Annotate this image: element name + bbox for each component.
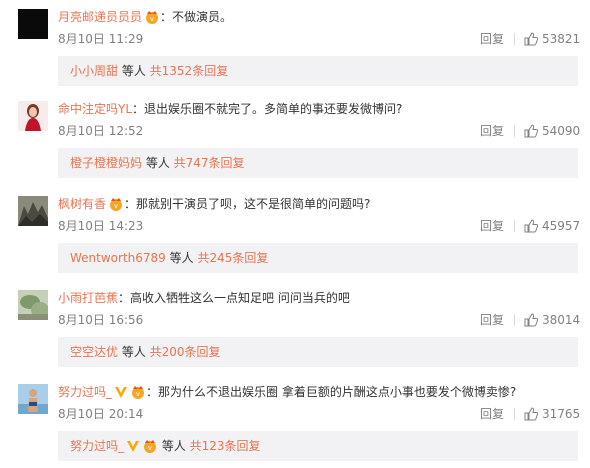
vip-crown-badge: v	[142, 434, 158, 464]
divider	[514, 125, 515, 137]
vip-crown-badge: v	[144, 10, 160, 28]
avatar[interactable]	[18, 9, 48, 39]
verified-v-badge	[114, 385, 128, 403]
divider	[514, 220, 515, 232]
reply-mid: 等人	[118, 345, 150, 359]
like-count: 53821	[542, 32, 581, 46]
replies-summary[interactable]: Wentworth6789 等人 共245条回复	[58, 243, 578, 273]
avatar[interactable]	[18, 196, 48, 226]
replies-summary[interactable]: 空空达优 等人 共200条回复	[58, 337, 578, 367]
thumbs-up-icon	[524, 313, 538, 327]
thumbs-up-icon	[524, 124, 538, 138]
comment-meta: 8月10日 20:14 回复 31765	[58, 406, 581, 422]
divider	[514, 408, 515, 420]
comment-text: 高收入牺牲这么一点知足吧 问问当兵的吧	[130, 291, 350, 305]
replies-summary[interactable]: 橙子橙橙妈妈 等人 共747条回复	[58, 148, 578, 178]
svg-text:v: v	[136, 390, 140, 398]
comment-text: 那就别干演员了呗，这不是很简单的问题吗?	[136, 197, 371, 211]
comment-time: 8月10日 20:14	[58, 407, 144, 421]
colon: ：	[118, 291, 131, 305]
comment-line: 枫树有香 v ：那就别干演员了呗，这不是很简单的问题吗?	[58, 196, 370, 212]
divider	[514, 33, 515, 45]
thumbs-up-icon	[524, 407, 538, 421]
comment-text: 那为什么不退出娱乐圈 拿着巨额的片酬这点小事也要发个微博卖惨?	[158, 385, 517, 399]
comment-text: 不做演员。	[172, 10, 233, 24]
reply-count[interactable]: 共200条回复	[150, 345, 221, 359]
thumbs-up-icon	[524, 32, 538, 46]
reply-count[interactable]: 共747条回复	[174, 156, 245, 170]
reply-button[interactable]: 回复	[480, 312, 504, 328]
colon: ：	[146, 385, 159, 399]
reply-button[interactable]: 回复	[480, 218, 504, 234]
like-count: 45957	[542, 219, 581, 233]
reply-count[interactable]: 共123条回复	[190, 439, 261, 453]
svg-text:v: v	[150, 15, 154, 23]
svg-text:v: v	[114, 202, 118, 210]
comment-line: 小雨打芭蕉：高收入牺牲这么一点知足吧 问问当兵的吧	[58, 290, 350, 306]
comment-meta: 8月10日 14:23 回复 45957	[58, 218, 581, 234]
comment-meta: 8月10日 12:52 回复 54090	[58, 123, 581, 139]
avatar[interactable]	[18, 290, 48, 320]
comment-meta: 8月10日 16:56 回复 38014	[58, 312, 581, 328]
reply-count[interactable]: 共245条回复	[197, 251, 268, 265]
vip-crown-badge: v	[130, 385, 146, 403]
comment-username[interactable]: 命中注定吗YL	[58, 102, 132, 116]
avatar[interactable]	[18, 384, 48, 414]
thumbs-up-icon	[524, 219, 538, 233]
comment-text: 退出娱乐圈不就完了。多简单的事还要发微博问?	[144, 102, 403, 116]
replies-summary[interactable]: 小小周甜 等人 共1352条回复	[58, 56, 578, 86]
reply-mid: 等人	[158, 439, 190, 453]
comment-meta: 8月10日 11:29 回复 53821	[58, 31, 581, 47]
reply-username[interactable]: 小小周甜	[70, 64, 118, 78]
comment-time: 8月10日 12:52	[58, 124, 144, 138]
reply-username[interactable]: 努力过吗_	[70, 439, 124, 453]
comment-line: 月亮邮递员员员 v ：不做演员。	[58, 9, 232, 25]
comment-line: 命中注定吗YL：退出娱乐圈不就完了。多简单的事还要发微博问?	[58, 101, 402, 117]
reply-button[interactable]: 回复	[480, 31, 504, 47]
comment-time: 8月10日 14:23	[58, 219, 144, 233]
reply-count[interactable]: 共1352条回复	[150, 64, 229, 78]
reply-mid: 等人	[118, 64, 150, 78]
reply-username[interactable]: Wentworth6789	[70, 251, 166, 265]
colon: ：	[124, 197, 137, 211]
svg-text:v: v	[148, 444, 152, 452]
vip-crown-badge: v	[108, 197, 124, 215]
reply-button[interactable]: 回复	[480, 123, 504, 139]
colon: ：	[160, 10, 173, 24]
comment-username[interactable]: 努力过吗_	[58, 385, 112, 399]
reply-username[interactable]: 空空达优	[70, 345, 118, 359]
comment-line: 努力过吗_ v ：那为什么不退出娱乐圈 拿着巨额的片酬这点小事也要发个微博卖惨?	[58, 384, 516, 400]
colon: ：	[132, 102, 145, 116]
comment-time: 8月10日 16:56	[58, 313, 144, 327]
comment-time: 8月10日 11:29	[58, 32, 144, 46]
comment-username[interactable]: 月亮邮递员员员	[58, 10, 142, 24]
reply-button[interactable]: 回复	[480, 406, 504, 422]
replies-summary[interactable]: 努力过吗_ v 等人 共123条回复	[58, 431, 578, 461]
divider	[514, 314, 515, 326]
comment-username[interactable]: 枫树有香	[58, 197, 106, 211]
comment-username[interactable]: 小雨打芭蕉	[58, 291, 118, 305]
verified-v-badge	[126, 434, 140, 464]
like-count: 38014	[542, 313, 581, 327]
reply-mid: 等人	[142, 156, 174, 170]
like-count: 54090	[542, 124, 581, 138]
reply-username[interactable]: 橙子橙橙妈妈	[70, 156, 142, 170]
reply-mid: 等人	[165, 251, 198, 265]
like-count: 31765	[542, 407, 581, 421]
avatar[interactable]	[18, 101, 48, 131]
